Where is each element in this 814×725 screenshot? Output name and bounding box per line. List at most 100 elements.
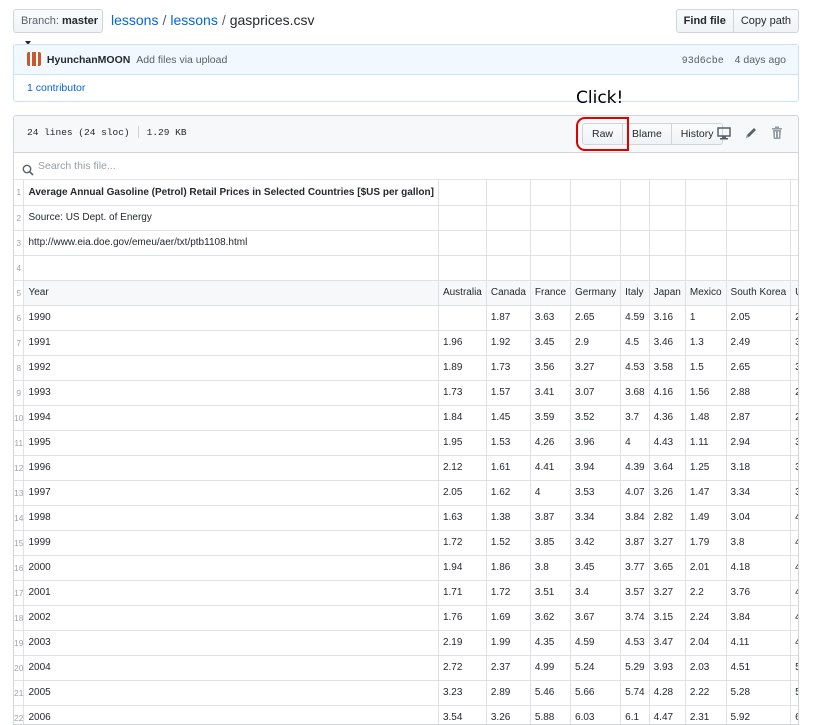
table-cell: 4.5 (620, 329, 650, 356)
table-cell: 3.62 (529, 604, 572, 631)
line-number[interactable]: 15 (14, 529, 25, 556)
table-cell: France (529, 279, 572, 306)
table-cell-label: 1999 (23, 529, 439, 556)
desktop-icon[interactable] (716, 125, 732, 141)
table-cell (725, 180, 792, 206)
line-number[interactable]: 14 (14, 504, 25, 531)
table-cell: 4 (620, 429, 650, 456)
table-row: 919931.731.573.413.073.684.161.562.882.8… (14, 379, 798, 406)
table-cell (648, 254, 686, 281)
branch-select-button[interactable]: Branch: master (13, 9, 103, 46)
table-cell: 3.87 (529, 504, 572, 531)
table-cell (790, 254, 798, 281)
line-number[interactable]: 16 (14, 554, 25, 581)
table-cell: 3.27 (648, 529, 686, 556)
table-cell: 6.36 (790, 704, 798, 724)
table-cell (725, 204, 792, 231)
table-row: 719911.961.923.452.94.53.461.32.493.011.… (14, 329, 798, 356)
line-number[interactable]: 7 (14, 329, 25, 356)
table-cell: 5.97 (790, 679, 798, 706)
table-cell: 3.85 (529, 529, 572, 556)
table-cell: 3.84 (725, 604, 792, 631)
table-cell: 2.94 (725, 429, 792, 456)
table-cell: 1.84 (437, 404, 487, 431)
raw-button[interactable]: Raw (575, 117, 630, 151)
table-cell: 3.54 (437, 704, 487, 724)
table-cell: 2.05 (437, 479, 487, 506)
table-cell (620, 180, 650, 206)
trash-icon[interactable] (769, 125, 785, 141)
line-number[interactable]: 20 (14, 654, 25, 681)
table-cell: Italy (620, 279, 650, 306)
table-cell: 2.49 (725, 329, 792, 356)
breadcrumb-folder-link[interactable]: lessons (170, 12, 217, 28)
table-cell (570, 254, 622, 281)
line-number[interactable]: 8 (14, 354, 25, 381)
table-cell-label (23, 254, 439, 281)
line-number[interactable]: 17 (14, 579, 25, 606)
table-cell: 4.41 (529, 454, 572, 481)
table-cell: 3.21 (790, 429, 798, 456)
table-cell: 3.34 (725, 479, 792, 506)
line-number[interactable]: 6 (14, 304, 25, 331)
file-search-row (14, 153, 798, 180)
commit-sha[interactable]: 93d6cbe (682, 56, 724, 67)
table-cell: 4.13 (790, 579, 798, 606)
table-cell: 2.22 (684, 679, 727, 706)
table-cell: 5.56 (790, 654, 798, 681)
table-cell (437, 254, 487, 281)
table-cell: 2.89 (485, 679, 531, 706)
table-cell: Germany (570, 279, 622, 306)
file-search-input[interactable] (38, 160, 338, 172)
latest-commit: HyunchanMOON Add files via upload 93d6cb… (14, 45, 798, 75)
table-cell-label: http://www.eia.doe.gov/emeu/aer/txt/ptb1… (23, 229, 439, 256)
line-number[interactable]: 3 (14, 229, 25, 256)
line-number[interactable]: 4 (14, 254, 25, 281)
breadcrumb-repo-link[interactable]: lessons (111, 12, 158, 28)
table-cell: 1.87 (485, 304, 531, 331)
table-cell: 3.76 (725, 579, 792, 606)
table-cell: 1.11 (684, 429, 727, 456)
line-number[interactable]: 13 (14, 479, 25, 506)
file-info: 24 lines (24 sloc) 1.29 KB (27, 116, 187, 150)
line-number[interactable]: 10 (14, 404, 25, 431)
line-number[interactable]: 11 (14, 429, 25, 456)
file-lines-info: 24 lines (24 sloc) (27, 127, 130, 138)
table-cell (684, 229, 727, 256)
commit-author[interactable]: HyunchanMOON (47, 54, 130, 66)
line-number[interactable]: 21 (14, 679, 25, 706)
find-file-button[interactable]: Find file (675, 9, 734, 33)
contributors-link[interactable]: 1 contributor (27, 82, 85, 94)
table-cell: 4.51 (725, 654, 792, 681)
avatar[interactable] (27, 52, 41, 67)
table-cell: Canada (485, 279, 531, 306)
table-cell: 3.93 (648, 654, 686, 681)
table-cell: 1.92 (485, 329, 531, 356)
line-number[interactable]: 2 (14, 204, 25, 231)
line-number[interactable]: 5 (14, 279, 25, 306)
table-cell: 5.46 (529, 679, 572, 706)
pencil-icon[interactable] (743, 125, 759, 141)
line-number[interactable]: 12 (14, 454, 25, 481)
table-cell: 3.34 (790, 454, 798, 481)
table-row: 819921.891.733.563.274.533.581.52.653.06… (14, 354, 798, 381)
commit-message[interactable]: Add files via upload (136, 54, 227, 66)
table-cell-label: 1990 (23, 304, 439, 331)
table-row: 2120053.232.895.465.665.744.282.225.285.… (14, 679, 798, 706)
line-number[interactable]: 22 (14, 704, 25, 724)
table-cell: 1.73 (437, 379, 487, 406)
line-number[interactable]: 18 (14, 604, 25, 631)
table-cell: 1.53 (485, 429, 531, 456)
table-cell: 3.64 (648, 454, 686, 481)
table-cell: 5.88 (529, 704, 572, 724)
table-cell: 3.41 (529, 379, 572, 406)
line-number[interactable]: 19 (14, 629, 25, 656)
blame-button[interactable]: Blame (622, 123, 672, 145)
table-cell-label: 2004 (23, 654, 439, 681)
table-cell: 4.26 (529, 429, 572, 456)
table-cell: 4 (529, 479, 572, 506)
click-annotation: Click! (576, 88, 624, 108)
table-cell: 1.52 (485, 529, 531, 556)
line-number[interactable]: 9 (14, 379, 25, 406)
copy-path-button[interactable]: Copy path (732, 9, 799, 33)
